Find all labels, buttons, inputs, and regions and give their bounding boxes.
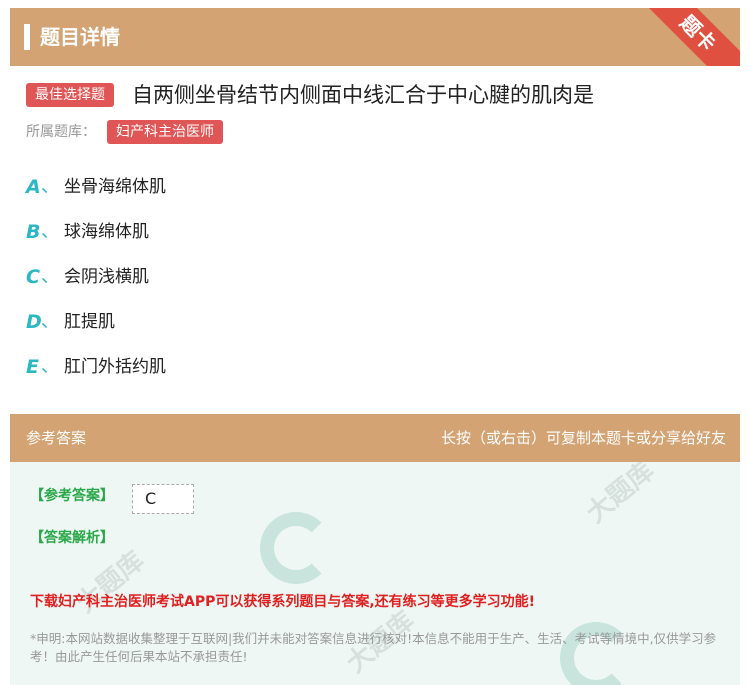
option-a[interactable]: A 、 坐骨海绵体肌 [26, 172, 326, 202]
option-e[interactable]: E 、 肛门外括约肌 [26, 352, 326, 382]
option-c[interactable]: C 、 会阴浅横肌 [26, 262, 326, 292]
option-text: 肛提肌 [64, 312, 115, 332]
answer-value: C [132, 484, 194, 514]
answer-label: 【参考答案】 [30, 488, 114, 504]
option-separator: 、 [41, 176, 59, 197]
answer-section-title: 参考答案 [26, 429, 87, 447]
option-letter: A [26, 176, 41, 198]
disclaimer: *申明:本网站数据收集整理于互联网|我们并未能对答案信息进行核对!本信息不能用于… [30, 631, 717, 664]
option-b[interactable]: B 、 球海绵体肌 [26, 217, 326, 247]
corner-badge: 题卡 [629, 8, 740, 66]
watermark-logo-icon [260, 512, 332, 584]
option-separator: 、 [41, 266, 59, 287]
option-letter: C [26, 266, 40, 288]
answer-header-bar: 参考答案 长按（或右击）可复制本题卡或分享给好友 [10, 414, 740, 462]
option-text: 肛门外括约肌 [64, 357, 166, 377]
option-letter: D [26, 311, 42, 333]
explanation-label: 【答案解析】 [30, 530, 114, 546]
option-letter: B [26, 221, 41, 243]
option-text: 会阴浅横肌 [64, 267, 149, 287]
question-type-tag: 最佳选择题 [26, 83, 114, 107]
option-letter: E [26, 356, 39, 378]
option-text: 球海绵体肌 [64, 222, 149, 242]
option-text: 坐骨海绵体肌 [64, 177, 166, 197]
option-d[interactable]: D 、 肛提肌 [26, 307, 326, 337]
option-separator: 、 [41, 221, 59, 242]
option-separator: 、 [41, 311, 59, 332]
header-bar: 题目详情 题卡 [10, 8, 740, 66]
share-hint: 长按（或右击）可复制本题卡或分享给好友 [440, 429, 726, 447]
watermark-text: 大题库 [581, 462, 661, 529]
option-separator: 、 [41, 356, 59, 377]
header-accent-bar [24, 24, 30, 50]
bank-tag[interactable]: 妇产科主治医师 [107, 120, 223, 144]
answer-panel: 大题库 大题库 大题库 【参考答案】 C 【答案解析】 下载妇产科主治医师考试A… [10, 462, 740, 685]
page-title: 题目详情 [40, 25, 120, 49]
bank-label: 所属题库： [26, 124, 96, 140]
download-app-link[interactable]: 下载妇产科主治医师考试APP可以获得系列题目与答案,还有练习等更多学习功能! [30, 592, 535, 612]
question-text: 自两侧坐骨结节内侧面中线汇合于中心腱的肌肉是 [132, 83, 594, 107]
question-row: 最佳选择题 自两侧坐骨结节内侧面中线汇合于中心腱的肌肉是 [26, 80, 726, 112]
